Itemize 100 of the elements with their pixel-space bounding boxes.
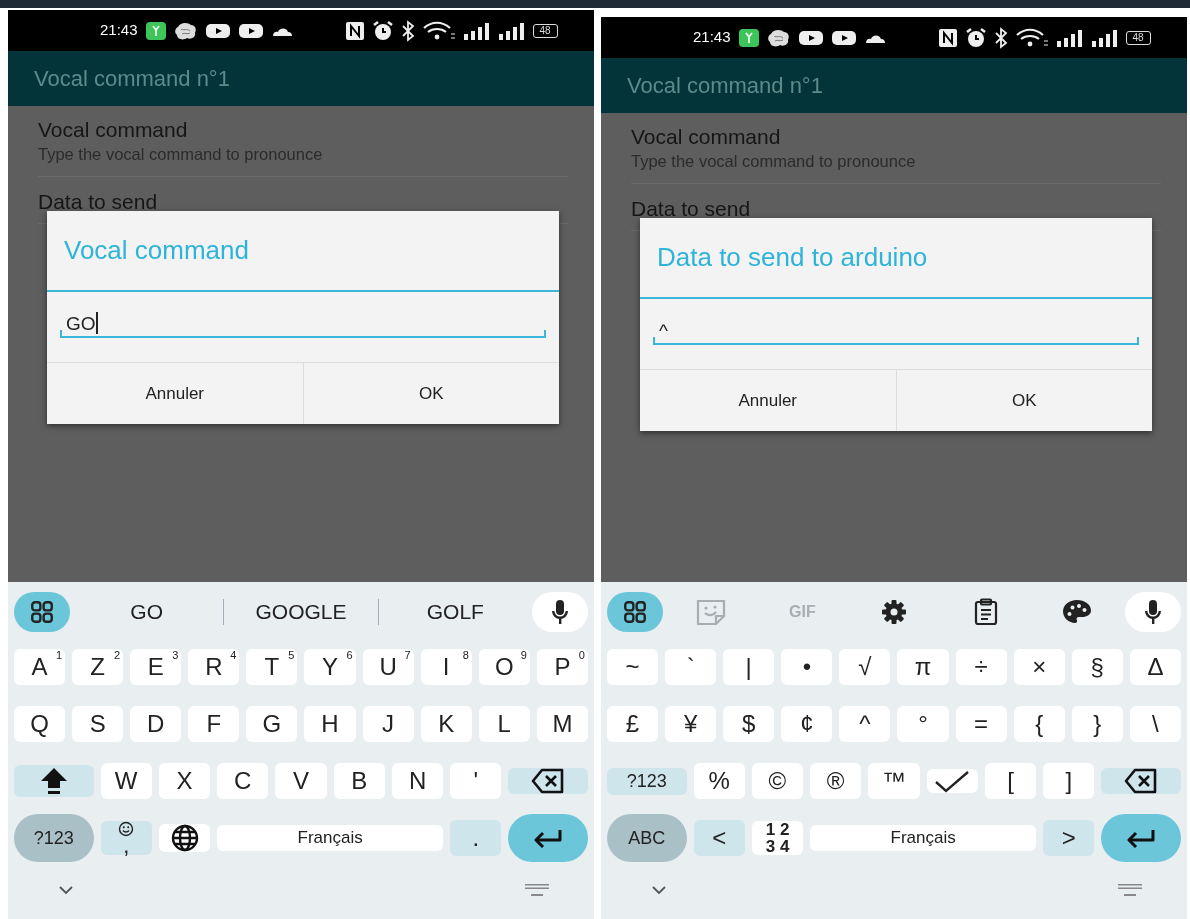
dialog-button[interactable]: OK [302, 363, 559, 424]
keyboard-key[interactable]: J [362, 706, 414, 742]
keyboard-icon[interactable] [524, 883, 550, 897]
chevron-down-icon[interactable] [651, 885, 667, 895]
keyboard-key[interactable]: W [100, 763, 152, 799]
preference-title: Vocal command [38, 118, 189, 143]
space-key[interactable]: Français [217, 825, 444, 851]
mode-key[interactable]: ?123 [14, 814, 94, 862]
keyboard-key[interactable]: L [478, 706, 530, 742]
numpad-key[interactable]: 1 2 3 4 [751, 821, 804, 855]
keyboard-key[interactable]: ° [897, 706, 949, 742]
keyboard-key[interactable]: ¢ [781, 706, 833, 742]
keyboard-icon[interactable] [1117, 883, 1143, 897]
keyboard-key[interactable]: ^ [839, 706, 891, 742]
keyboard-key[interactable]: < [693, 820, 745, 856]
keyboard-key[interactable]: A 1 [14, 649, 66, 685]
keyboard-key[interactable]: I 8 [420, 649, 472, 685]
signal-icon [1090, 27, 1119, 48]
keyboard-key[interactable]: [ [984, 763, 1037, 799]
keyboard-key[interactable]: > [1043, 820, 1095, 856]
keyboard-key[interactable]: U 7 [362, 649, 414, 685]
play-icon [797, 28, 824, 47]
shift-key[interactable] [14, 765, 94, 797]
enter-key[interactable] [508, 814, 588, 862]
keyboard-key[interactable]: Q [14, 706, 66, 742]
keyboard-key[interactable]: F [188, 706, 240, 742]
keyboard-key[interactable]: £ [607, 706, 659, 742]
keyboard-key[interactable]: π [897, 649, 949, 685]
clipboard-icon[interactable] [973, 598, 998, 626]
keyboard-key[interactable]: \ [1129, 706, 1181, 742]
enter-icon [533, 828, 564, 848]
keyboard-key[interactable]: § [1071, 649, 1123, 685]
dialog-button[interactable]: OK [895, 370, 1152, 431]
text-input-field[interactable]: GO [60, 310, 546, 338]
keyboard-key[interactable]: √ [839, 649, 891, 685]
mode-key[interactable]: ABC [607, 814, 687, 862]
mode-key[interactable]: ?123 [607, 767, 687, 795]
chevron-down-icon[interactable] [58, 885, 74, 895]
apps-icon[interactable] [29, 599, 55, 625]
dialog-button[interactable]: Annuler [47, 363, 303, 424]
suggestion[interactable]: GO [74, 596, 220, 628]
keyboard-key[interactable]: R 4 [188, 649, 240, 685]
apps-button[interactable] [607, 592, 663, 632]
voice-input-button[interactable] [1124, 592, 1181, 632]
keyboard-key[interactable]: O 9 [478, 649, 530, 685]
keyboard-key[interactable]: C [217, 763, 269, 799]
keyboard-key[interactable]: H [304, 706, 356, 742]
keyboard-key[interactable]: ™ [868, 763, 920, 799]
emoji-key[interactable]: , [100, 821, 152, 855]
keyboard-key[interactable]: S [72, 706, 124, 742]
keyboard-key[interactable]: ' [450, 763, 502, 799]
keyboard-key[interactable]: V [275, 763, 327, 799]
apps-icon[interactable] [622, 599, 648, 625]
keyboard-key[interactable]: $ [723, 706, 775, 742]
dialog-button[interactable]: Annuler [640, 370, 896, 431]
palette-icon[interactable] [1062, 599, 1093, 625]
keyboard-key[interactable]: ÷ [955, 649, 1007, 685]
backspace-key[interactable] [508, 768, 588, 794]
keyboard-key[interactable]: B [333, 763, 385, 799]
apps-button[interactable] [14, 592, 70, 632]
keyboard-key[interactable]: ` [665, 649, 717, 685]
keyboard-key[interactable]: D [130, 706, 182, 742]
keyboard-key[interactable]: ~ [607, 649, 659, 685]
keyboard-key[interactable]: N [391, 763, 444, 799]
keyboard-key[interactable]: • [781, 649, 833, 685]
battery-indicator: 48 [532, 23, 558, 38]
app-icon [144, 20, 167, 41]
keyboard-key[interactable]: ¥ [665, 706, 717, 742]
keyboard-key[interactable]: Y 6 [304, 649, 356, 685]
space-key[interactable]: Français [810, 825, 1037, 851]
keyboard-key[interactable]: { [1013, 706, 1065, 742]
keyboard-key[interactable]: Z 2 [72, 649, 124, 685]
keyboard-key[interactable]: P 0 [536, 649, 588, 685]
image-icon [173, 20, 198, 41]
enter-key[interactable] [1101, 814, 1181, 862]
keyboard-key[interactable] [926, 769, 978, 793]
keyboard-key[interactable]: © [751, 763, 804, 799]
keyboard-key[interactable]: G [246, 706, 298, 742]
keyboard-key[interactable]: ® [810, 763, 862, 799]
keyboard-key[interactable]: Δ [1129, 649, 1181, 685]
text-input-field[interactable]: ^ [653, 317, 1139, 345]
keyboard-key[interactable]: K [420, 706, 472, 742]
keyboard-key[interactable]: % [693, 763, 745, 799]
keyboard-key[interactable]: T 5 [246, 649, 298, 685]
keyboard-key[interactable]: | [723, 649, 775, 685]
keyboard-key[interactable]: . [450, 820, 502, 856]
keyboard-key[interactable]: X [158, 763, 211, 799]
keyboard-key[interactable]: M [536, 706, 588, 742]
keyboard-key[interactable]: × [1013, 649, 1065, 685]
nfc-icon [937, 27, 958, 48]
language-key[interactable] [158, 824, 211, 852]
keyboard-key[interactable]: E 3 [130, 649, 182, 685]
keyboard-key[interactable]: = [955, 706, 1007, 742]
keyboard-key[interactable]: ] [1043, 763, 1095, 799]
suggestion[interactable]: GOOGLE [228, 596, 374, 628]
settings-icon[interactable] [881, 599, 907, 625]
keyboard-key[interactable]: } [1071, 706, 1123, 742]
suggestion[interactable]: GOLF [382, 596, 528, 628]
backspace-key[interactable] [1101, 768, 1181, 794]
voice-input-button[interactable] [532, 592, 588, 632]
